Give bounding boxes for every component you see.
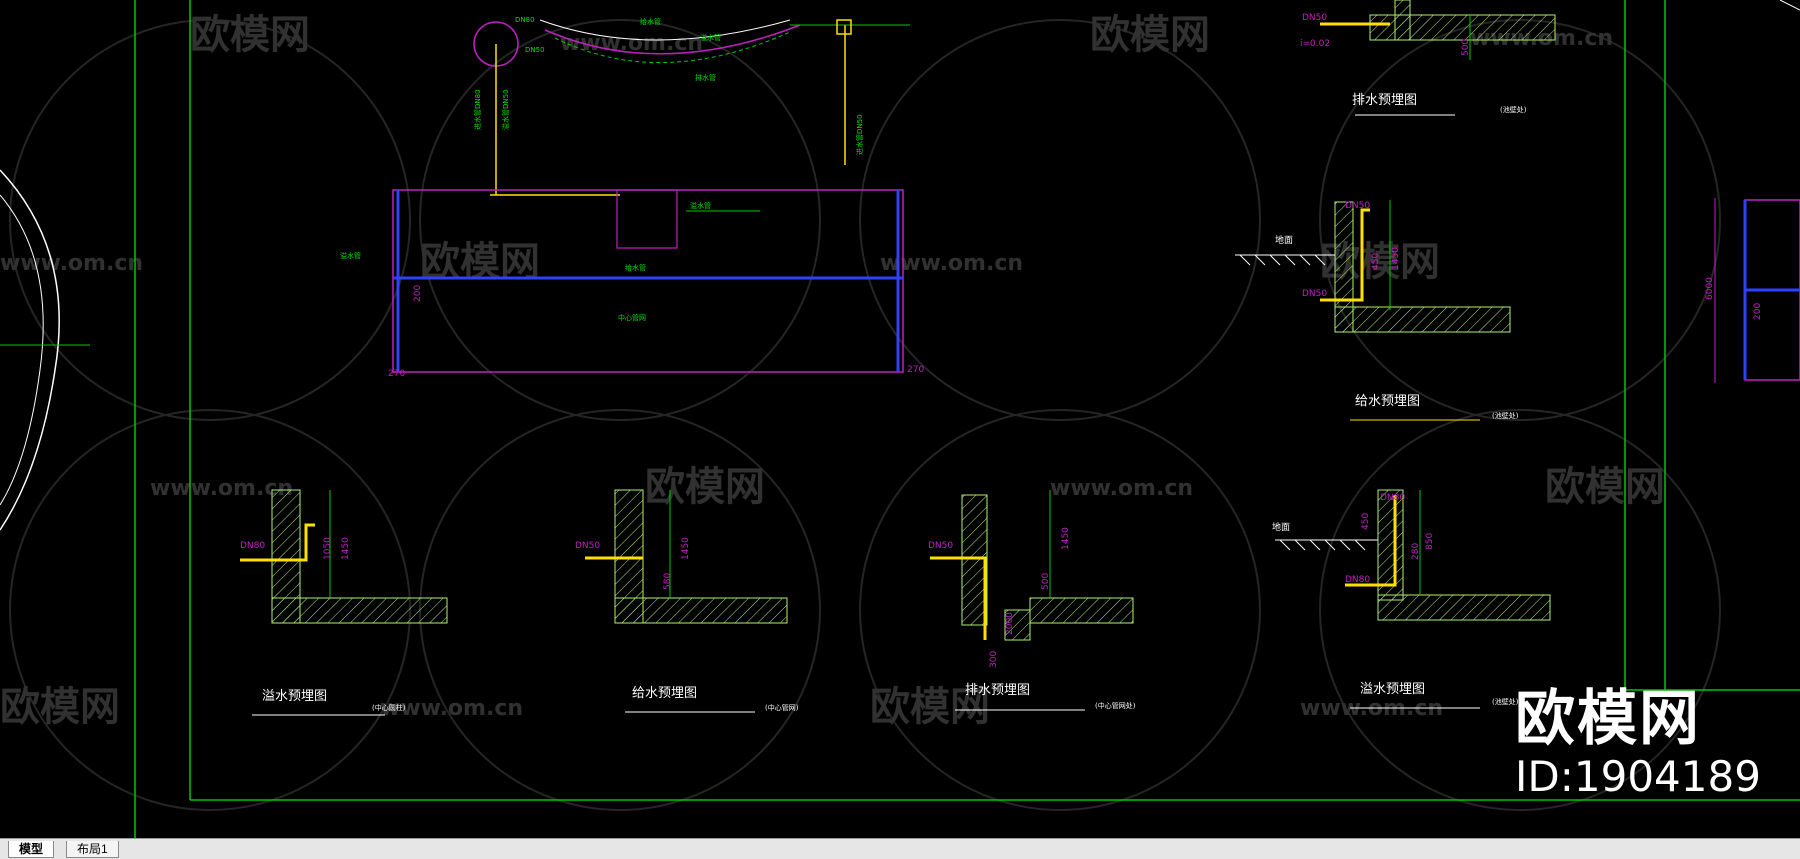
- detail-dim: 280: [1411, 543, 1421, 560]
- plan-dim: 200: [413, 285, 423, 302]
- detail-label: i=0.02: [1300, 39, 1330, 49]
- detail-dim: 500: [1041, 573, 1051, 590]
- detail-dim: 580: [663, 573, 673, 590]
- watermark-brand: 欧模网: [1545, 464, 1665, 510]
- detail-title: 给水预埋图: [1355, 394, 1420, 409]
- detail-dim: 1450: [341, 537, 351, 560]
- top-label: 给水管: [640, 17, 661, 26]
- detail-label: DN50: [1302, 13, 1327, 23]
- far-right-dim: 6000: [1705, 277, 1715, 300]
- pipe-size: DN80: [1380, 493, 1405, 503]
- top-label: 溢水管: [340, 251, 361, 260]
- detail-overflow-center: DN80 1050 1450 溢水预埋图 (中心圆柱): [240, 489, 448, 716]
- detail-title: 给水预埋图: [632, 686, 697, 701]
- watermark-site: www.om.cn: [0, 251, 143, 276]
- top-label: DN50: [525, 46, 545, 54]
- plan-dim: 270: [388, 369, 405, 379]
- pipe-size: DN80: [240, 541, 265, 551]
- detail-label: DN50: [1345, 201, 1370, 211]
- detail-title: 排水预埋图: [1352, 93, 1417, 108]
- top-label: DN80: [515, 16, 535, 24]
- detail-note: (中心管网): [765, 703, 799, 712]
- watermark-id: ID:1904189: [1515, 752, 1761, 801]
- top-label: 溢水管DN50: [501, 89, 510, 130]
- detail-title: 溢水预埋图: [1360, 682, 1425, 697]
- detail-dim: 1450: [1391, 247, 1401, 270]
- watermark-brand: 欧模网: [0, 684, 120, 730]
- detail-overflow-wall: DN80 DN80 地面 450 850 280 溢水预埋图 (池壁处): [1272, 489, 1551, 709]
- top-label: 溢水管: [700, 33, 721, 42]
- detail-dim: 500: [1461, 39, 1471, 56]
- layout-tab-bar: 模型 布局1: [0, 838, 1800, 859]
- detail-dim: 850: [1425, 533, 1435, 550]
- detail-title: 排水预埋图: [965, 683, 1030, 698]
- pipe-size: DN50: [928, 541, 953, 551]
- plan-dim: 270: [907, 365, 924, 375]
- detail-supply-center: DN50 580 1450 给水预埋图 (中心管网): [575, 489, 799, 713]
- watermark-brand: 欧模网: [645, 464, 765, 510]
- detail-label: 地面: [1275, 234, 1293, 246]
- detail-dim: 1050: [323, 537, 333, 560]
- pipe-size: DN80: [1345, 575, 1370, 585]
- tab-model[interactable]: 模型: [8, 841, 55, 858]
- detail-dim: 450: [1371, 253, 1381, 270]
- tab-layout1[interactable]: 布局1: [66, 841, 119, 858]
- watermark-site: www.om.cn: [1050, 476, 1193, 501]
- detail-top-right: DN50 i=0.02 500 排水预埋图 (池壁处): [1300, 0, 1556, 116]
- detail-dim: 1450: [1061, 527, 1071, 550]
- detail-note: (池壁处): [1492, 411, 1519, 420]
- watermark-brand: 欧模网: [1090, 12, 1210, 58]
- detail-dim: 450: [1361, 513, 1371, 530]
- top-label: 排水管: [695, 73, 716, 82]
- ground-label: 地面: [1272, 521, 1290, 533]
- plan-label: 溢水管: [690, 201, 711, 210]
- plan-label: 给水管: [625, 263, 646, 272]
- left-pool-arc: [0, 169, 90, 531]
- top-label: 进水管DN50: [855, 114, 864, 155]
- watermark-site: www.om.cn: [880, 251, 1023, 276]
- detail-note: (中心圆柱): [372, 703, 406, 712]
- detail-dim: 1450: [681, 537, 691, 560]
- detail-note: (中心管网处): [1095, 701, 1136, 710]
- detail-right-mid: DN50 DN50 地面 450 1450 给水预埋图 (池壁处): [1235, 200, 1519, 421]
- watermark-logo: 欧模网: [1515, 684, 1701, 754]
- far-right-dim: 200: [1753, 303, 1763, 320]
- watermark-brand: 欧模网: [190, 12, 310, 58]
- detail-title: 溢水预埋图: [262, 689, 327, 704]
- top-label: 进水管DN80: [473, 89, 482, 130]
- pipe-size: DN50: [575, 541, 600, 551]
- detail-label: DN50: [1302, 289, 1327, 299]
- plan-label: 中心管网: [618, 313, 646, 322]
- detail-dim: 2000: [1005, 612, 1015, 635]
- detail-dim: 300: [989, 651, 999, 668]
- detail-drain-center: DN50 500 1450 2000 300 排水预埋图 (中心管网处): [928, 490, 1136, 711]
- detail-note: (池壁处): [1500, 105, 1527, 114]
